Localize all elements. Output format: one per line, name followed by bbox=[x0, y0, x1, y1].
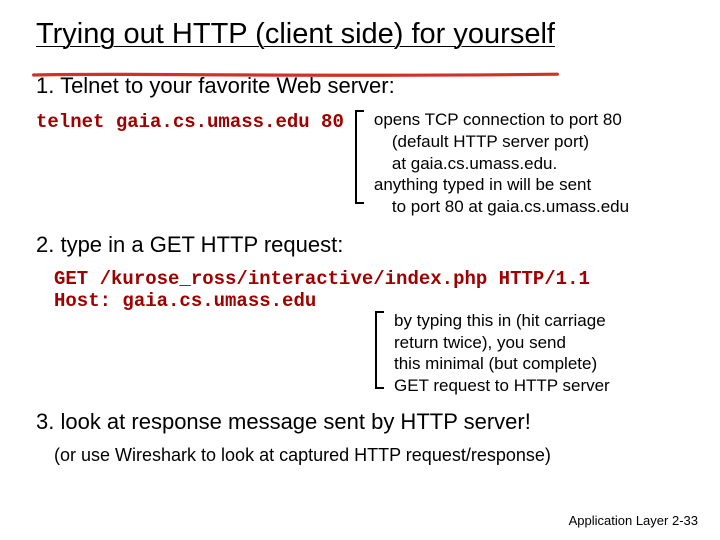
title-wrap: Trying out HTTP (client side) for yourse… bbox=[36, 18, 555, 73]
step-3-label: 3. look at response message sent by HTTP… bbox=[36, 409, 684, 435]
title-highlight-underline bbox=[32, 71, 559, 79]
step-1-note: opens TCP connection to port 80 (default… bbox=[374, 109, 684, 218]
step-2-note-line: this minimal (but complete) bbox=[394, 354, 597, 373]
step-2-note-line: return twice), you send bbox=[394, 333, 566, 352]
step-1-note-line: at gaia.cs.umass.edu. bbox=[392, 153, 684, 175]
step-1-note-line: anything typed in will be sent bbox=[374, 175, 591, 194]
bracket-icon bbox=[370, 310, 388, 390]
step-1-command: telnet gaia.cs.umass.edu 80 bbox=[36, 109, 344, 133]
step-2-label: 2. type in a GET HTTP request: bbox=[36, 232, 684, 258]
step-2-row: by typing this in (hit carriage return t… bbox=[54, 310, 684, 397]
bracket-icon bbox=[350, 109, 368, 205]
step-2-note: by typing this in (hit carriage return t… bbox=[394, 310, 684, 397]
step-2-code: GET /kurose_ross/interactive/index.php H… bbox=[54, 268, 684, 312]
slide-trying-http: Trying out HTTP (client side) for yourse… bbox=[0, 0, 720, 540]
step-2-code-line: GET /kurose_ross/interactive/index.php H… bbox=[54, 268, 684, 290]
step-2-note-line: GET request to HTTP server bbox=[394, 376, 610, 395]
step-1-note-line: (default HTTP server port) bbox=[392, 131, 684, 153]
step-1-note-line: opens TCP connection to port 80 bbox=[374, 110, 622, 129]
step-2-code-line: Host: gaia.cs.umass.edu bbox=[54, 290, 684, 312]
footer-section: Application Layer bbox=[569, 513, 669, 528]
step-1-note-line: to port 80 at gaia.cs.umass.edu bbox=[392, 196, 684, 218]
step-2-note-line: by typing this in (hit carriage bbox=[394, 311, 606, 330]
slide-title: Trying out HTTP (client side) for yourse… bbox=[36, 18, 555, 51]
footer-page: 2-33 bbox=[672, 513, 698, 528]
slide-footer: Application Layer 2-33 bbox=[569, 513, 698, 528]
step-3-sub: (or use Wireshark to look at captured HT… bbox=[54, 445, 684, 466]
step-1-row: telnet gaia.cs.umass.edu 80 opens TCP co… bbox=[36, 109, 684, 218]
